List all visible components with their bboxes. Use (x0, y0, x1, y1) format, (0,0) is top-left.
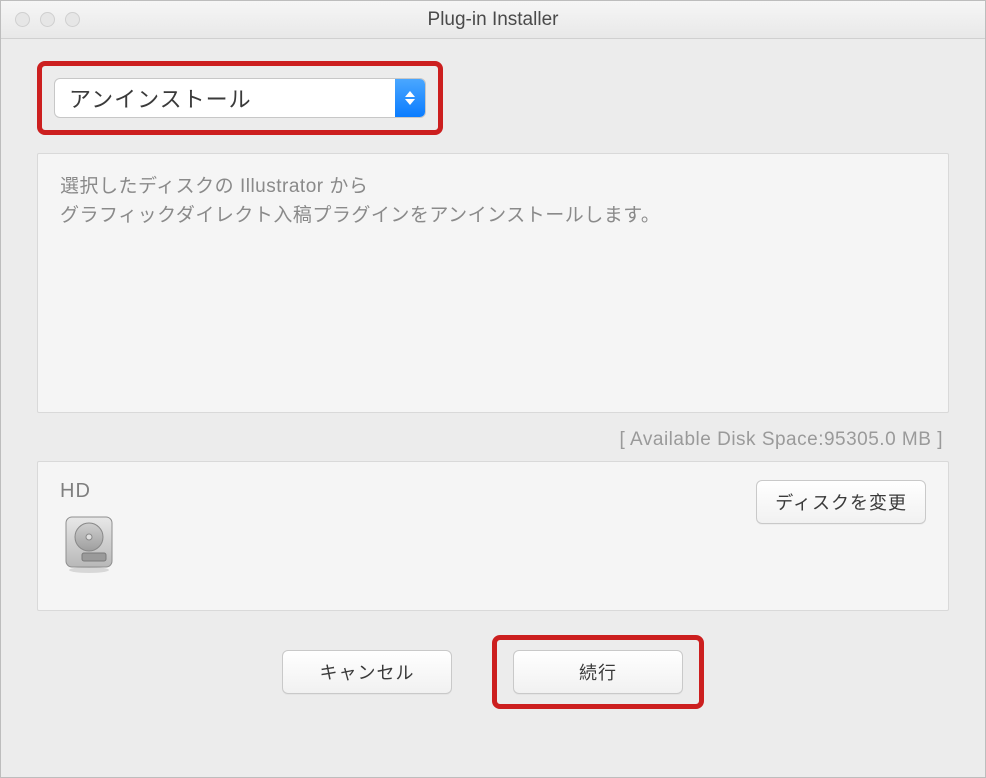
disk-panel: HD (37, 461, 949, 611)
action-select-value: アンインストール (55, 82, 395, 114)
action-select[interactable]: アンインストール (54, 78, 426, 118)
description-panel: 選択したディスクの Illustrator から グラフィックダイレクト入稿プラ… (37, 153, 949, 413)
content-area: アンインストール 選択したディスクの Illustrator から グラフィック… (1, 39, 985, 777)
window-controls (15, 12, 80, 27)
continue-button[interactable]: 続行 (513, 650, 683, 694)
harddrive-icon (60, 513, 118, 575)
available-disk-space: [ Available Disk Space:95305.0 MB ] (37, 423, 949, 461)
minimize-window-button[interactable] (40, 12, 55, 27)
continue-button-highlight: 続行 (492, 635, 704, 709)
cancel-button[interactable]: キャンセル (282, 650, 452, 694)
disk-name: HD (60, 480, 118, 503)
action-select-highlight: アンインストール (37, 61, 443, 135)
titlebar: Plug-in Installer (1, 1, 985, 39)
footer-buttons: キャンセル 続行 (37, 621, 949, 731)
window-title: Plug-in Installer (1, 9, 985, 31)
updown-chevron-icon (395, 79, 425, 117)
zoom-window-button[interactable] (65, 12, 80, 27)
close-window-button[interactable] (15, 12, 30, 27)
disk-info: HD (60, 480, 118, 575)
change-disk-button[interactable]: ディスクを変更 (756, 480, 926, 524)
description-line: グラフィックダイレクト入稿プラグインをアンインストールします。 (60, 201, 926, 230)
installer-window: Plug-in Installer アンインストール 選択したディスクの Ill… (0, 0, 986, 778)
description-line: 選択したディスクの Illustrator から (60, 172, 926, 201)
